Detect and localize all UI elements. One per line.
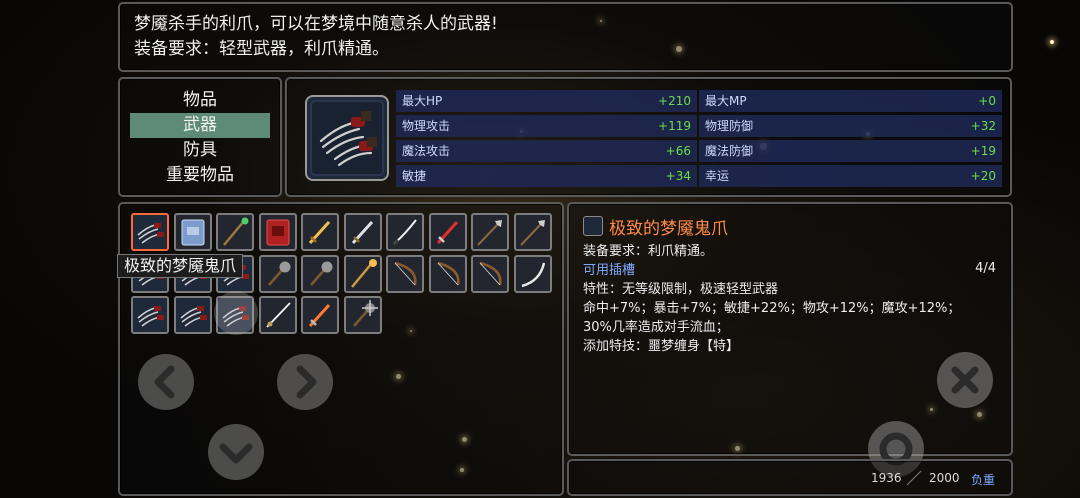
category-key-items[interactable]: 重要物品	[130, 163, 270, 188]
close-button[interactable]	[937, 352, 993, 408]
inventory-slot[interactable]	[131, 213, 169, 251]
next-page-button[interactable]	[277, 354, 333, 410]
category-items[interactable]: 物品	[130, 88, 270, 113]
inventory-slot[interactable]	[258, 254, 297, 293]
rapier-icon	[265, 302, 291, 328]
weight-label: 负重	[971, 473, 996, 487]
bow-icon	[437, 261, 460, 285]
stat-magic-attack: 魔法攻击 +66	[396, 140, 697, 162]
inventory-slot[interactable]	[386, 254, 424, 293]
weight-separator	[906, 470, 922, 486]
chevron-left-icon	[154, 365, 175, 399]
mace-spiked-icon	[352, 300, 378, 327]
inventory-slot[interactable]	[343, 213, 382, 251]
inventory-slot[interactable]	[258, 296, 297, 334]
inventory-slot[interactable]	[216, 213, 254, 251]
chevron-right-icon	[296, 365, 317, 399]
inventory-slot[interactable]	[343, 254, 382, 293]
inventory-slot[interactable]	[173, 213, 212, 251]
stat-max-mp: 最大MP +0	[699, 90, 1002, 112]
sword-silver-icon	[351, 220, 373, 245]
bow-icon	[479, 261, 502, 285]
inventory-slot[interactable]	[301, 254, 339, 293]
sockets-count: 4/4	[975, 261, 996, 276]
weight-current: 1936	[871, 471, 902, 485]
claw-icon	[133, 298, 167, 332]
spear-icon	[477, 220, 502, 246]
stat-agility: 敏捷 +34	[396, 165, 697, 187]
claw-icon	[175, 298, 210, 332]
inventory-panel	[118, 202, 564, 496]
inventory-slot[interactable]	[513, 254, 552, 293]
inventory-slot[interactable]	[131, 296, 169, 334]
equipped-claw-portrait	[305, 95, 389, 181]
scroll-down-button[interactable]	[208, 424, 264, 480]
character-stats-panel: 最大HP +210 最大MP +0 物理攻击 +119 物理防御 +32 魔法攻击 +66…	[285, 77, 1012, 197]
sockets-label: 可用插槽	[583, 263, 636, 278]
category-armor[interactable]: 防具	[130, 138, 270, 163]
carry-weight-panel: 1936 2000 负重	[567, 459, 1013, 496]
inventory-slot[interactable]	[301, 296, 339, 334]
spellbook-blue-icon	[181, 219, 204, 246]
inventory-slot[interactable]	[386, 213, 424, 251]
item-detail-panel: 极致的梦魇鬼爪 装备要求：利爪精通。 可用插槽 4/4 特性：无等级限制，极速轻…	[567, 202, 1013, 456]
item-skill: 添加特技：噩梦缠身【特】	[583, 339, 740, 354]
mace-icon	[267, 261, 290, 286]
inventory-slot[interactable]	[258, 213, 297, 251]
item-description-panel: 梦魇杀手的利爪，可以在梦境中随意杀人的武器! 装备要求：轻型武器，利爪精通。	[118, 2, 1013, 72]
katana-icon	[392, 219, 417, 246]
inventory-slot[interactable]	[513, 213, 552, 251]
staff-green-icon	[223, 217, 249, 246]
close-icon	[951, 366, 979, 394]
claw-icon	[133, 215, 167, 249]
item-tooltip: 极致的梦魇鬼爪	[117, 254, 244, 278]
stat-physical-attack: 物理攻击 +119	[396, 115, 697, 137]
spellbook-red-icon	[266, 219, 289, 246]
stat-physical-defense: 物理防御 +32	[699, 115, 1002, 137]
claw-icon	[583, 216, 603, 236]
item-bleed-effect: 30%几率造成对手流血；	[583, 320, 729, 335]
staff-gold-icon	[350, 258, 377, 288]
item-bonuses: 命中+7%；暴击+7%；敏捷+22%；物攻+12%；魔攻+12%；	[583, 301, 961, 316]
sword-red-icon	[436, 220, 458, 245]
item-detail-header: 极致的梦魇鬼爪	[583, 214, 997, 239]
weight-max: 2000	[929, 471, 960, 485]
slot-focus-indicator	[214, 291, 258, 335]
prev-page-button[interactable]	[138, 354, 194, 410]
category-weapons[interactable]: 武器	[130, 113, 270, 138]
inventory-slot[interactable]	[428, 254, 467, 293]
item-requirement: 装备要求：利爪精通。	[583, 244, 714, 259]
inventory-slot[interactable]	[301, 213, 339, 251]
stat-magic-defense: 魔法防御 +19	[699, 140, 1002, 162]
category-menu: 物品 武器 防具 重要物品	[118, 77, 282, 197]
stat-max-hp: 最大HP +210	[396, 90, 697, 112]
stat-luck: 幸运 +20	[699, 165, 1002, 187]
chevron-down-icon	[219, 443, 253, 464]
scimitar-icon	[521, 262, 545, 287]
sword-fire-icon	[308, 303, 331, 328]
mace-icon	[310, 261, 333, 286]
sword-gold-icon	[308, 220, 331, 245]
description-line-2: 装备要求：轻型武器，利爪精通。	[134, 39, 389, 59]
inventory-slot[interactable]	[471, 213, 509, 251]
item-name: 极致的梦魇鬼爪	[609, 218, 728, 239]
spear-icon	[519, 220, 545, 246]
inventory-slot[interactable]	[428, 213, 467, 251]
inventory-slot[interactable]	[471, 254, 509, 293]
inventory-slot[interactable]	[173, 296, 212, 334]
description-line-1: 梦魇杀手的利爪，可以在梦境中随意杀人的武器!	[134, 14, 498, 34]
bow-icon	[394, 261, 417, 285]
inventory-slot[interactable]	[343, 296, 382, 334]
item-traits: 特性：无等级限制，极速轻型武器	[583, 282, 779, 297]
claw-icon	[319, 111, 377, 167]
